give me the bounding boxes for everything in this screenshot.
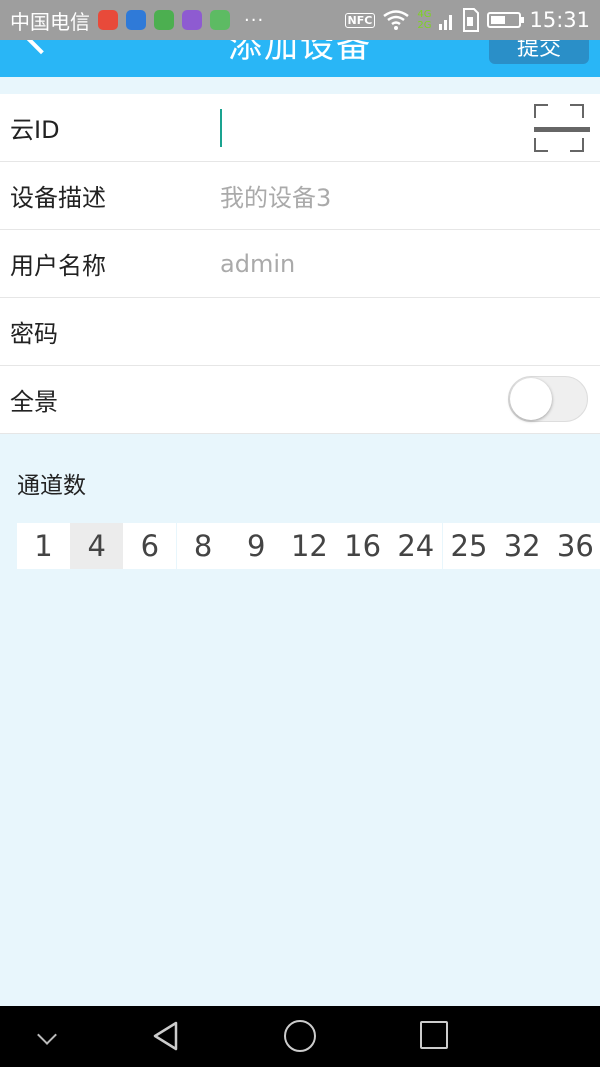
battery-icon xyxy=(487,12,525,28)
panorama-row: 全景 xyxy=(0,366,600,434)
status-bar: 中国电信 ··· NFC 4G 2G 15:31 xyxy=(0,0,600,40)
status-right: NFC 4G 2G 15:31 xyxy=(344,0,590,40)
hide-nav-icon[interactable] xyxy=(37,1025,57,1045)
wifi-icon xyxy=(383,10,410,30)
device-desc-label: 设备描述 xyxy=(10,184,106,212)
signal-network: 4G 2G xyxy=(417,9,431,31)
app-notification-icon xyxy=(182,10,202,30)
nav-home-icon[interactable] xyxy=(284,1020,316,1052)
nav-recent-icon[interactable] xyxy=(420,1021,448,1049)
username-label: 用户名称 xyxy=(10,252,106,280)
nfc-icon: NFC xyxy=(344,12,376,28)
channel-option[interactable]: 6 xyxy=(123,523,177,569)
channel-option[interactable]: 16 xyxy=(336,523,390,569)
device-desc-input[interactable]: 我的设备3 xyxy=(220,178,331,213)
password-row: 密码 xyxy=(0,298,600,366)
password-input[interactable] xyxy=(220,312,600,352)
scan-qr-icon[interactable] xyxy=(534,104,590,152)
channel-option[interactable]: 8 xyxy=(176,523,230,569)
channel-option[interactable]: 32 xyxy=(495,523,549,569)
channels-label: 通道数 xyxy=(17,473,86,499)
channel-option[interactable]: 12 xyxy=(282,523,336,569)
app-notification-icon xyxy=(126,10,146,30)
device-desc-row: 设备描述 我的设备3 xyxy=(0,162,600,230)
channel-option-selected[interactable]: 4 xyxy=(70,523,124,569)
app-notification-icon xyxy=(210,10,230,30)
channel-option[interactable]: 25 xyxy=(442,523,496,569)
app-notification-icon xyxy=(98,10,118,30)
signal-bars-icon xyxy=(439,15,453,30)
password-label: 密码 xyxy=(10,320,58,348)
nav-back-icon[interactable] xyxy=(150,1020,182,1052)
more-notifications-icon: ··· xyxy=(244,9,265,31)
submit-button[interactable]: 提交 xyxy=(489,40,589,64)
channel-option[interactable]: 9 xyxy=(229,523,283,569)
channel-option[interactable]: 1 xyxy=(17,523,70,569)
channel-selector: 1 4 6 8 9 12 16 24 25 32 36 xyxy=(17,523,600,569)
username-input[interactable]: admin xyxy=(220,250,295,278)
panorama-label: 全景 xyxy=(10,388,58,416)
panorama-toggle[interactable] xyxy=(508,376,588,422)
notification-icons: ··· xyxy=(98,10,264,31)
carrier-label: 中国电信 xyxy=(10,9,90,34)
channel-option[interactable]: 36 xyxy=(548,523,600,569)
device-form: 云ID 设备描述 我的设备3 用户名称 admin 密码 全景 xyxy=(0,94,600,434)
toggle-knob xyxy=(510,378,552,420)
cloud-id-label: 云ID xyxy=(10,116,60,144)
sim-icon xyxy=(463,8,480,32)
network-2g-label: 2G xyxy=(417,20,432,31)
cloud-id-row: 云ID xyxy=(0,94,600,162)
channel-option[interactable]: 24 xyxy=(389,523,443,569)
cloud-id-input[interactable] xyxy=(220,108,222,147)
app-bar: 添加设备 提交 xyxy=(0,40,600,77)
username-row: 用户名称 admin xyxy=(0,230,600,298)
network-4g-label: 4G xyxy=(417,9,432,20)
system-nav-bar xyxy=(0,1006,600,1067)
clock: 15:31 xyxy=(529,8,590,32)
app-notification-icon xyxy=(154,10,174,30)
battery-level xyxy=(491,16,506,24)
